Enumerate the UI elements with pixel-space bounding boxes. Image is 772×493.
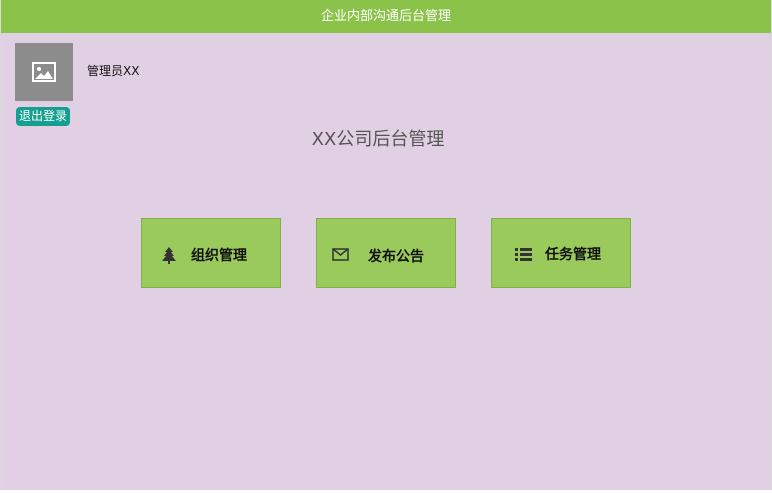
header-title: 企业内部沟通后台管理	[320, 9, 451, 24]
header-bar: 企业内部沟通后台管理	[1, 0, 771, 33]
logout-button[interactable]: 退出登录	[16, 107, 71, 126]
task-management-tile[interactable]: 任务管理	[491, 218, 631, 288]
envelope-icon	[332, 248, 349, 261]
page: 企业内部沟通后台管理 管理员XX 退出登录 XX公司后台管理 组织管理 发布公告	[0, 0, 772, 490]
admin-name: 管理员XX	[87, 64, 140, 78]
tree-icon	[162, 247, 176, 264]
org-management-tile[interactable]: 组织管理	[141, 218, 281, 288]
publish-notice-label: 发布公告	[368, 249, 424, 265]
page-title: XX公司后台管理	[311, 129, 445, 150]
image-placeholder-icon	[32, 62, 56, 82]
task-management-label: 任务管理	[545, 247, 601, 263]
avatar	[15, 43, 73, 101]
list-icon	[515, 248, 532, 261]
org-management-label: 组织管理	[191, 248, 247, 264]
publish-notice-tile[interactable]: 发布公告	[316, 218, 456, 288]
